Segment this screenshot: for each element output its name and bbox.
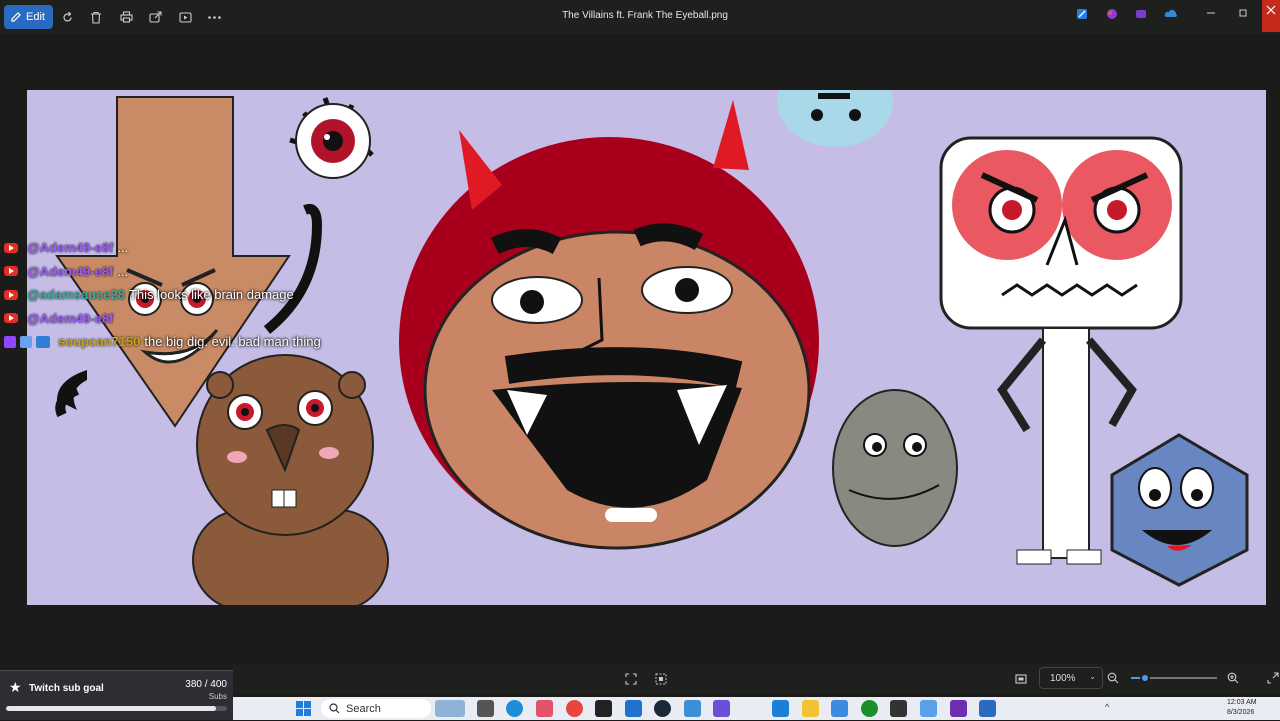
sub-goal-label: Twitch sub goal (29, 683, 104, 694)
copilot-icon[interactable] (536, 700, 553, 717)
zoom-slider[interactable] (1131, 673, 1217, 683)
windows-taskbar: Search ^ 12:03 AM 8/3/2026 (233, 697, 1280, 720)
chat-username: soupcan7150 (58, 334, 141, 350)
tray-date[interactable]: 8/3/2026 (1227, 709, 1254, 716)
chat-username: @adamsauce28 (27, 287, 125, 303)
twitch-icon (4, 335, 16, 348)
frank-eyeball-character (289, 97, 374, 179)
chrome-icon[interactable] (566, 700, 583, 717)
youtube-icon (4, 313, 18, 324)
hexagon-character (1110, 433, 1249, 587)
sub-goal-progress-fill (6, 706, 216, 711)
store-icon[interactable] (831, 700, 848, 717)
epic-games-icon[interactable] (595, 700, 612, 717)
app-icon-2[interactable] (684, 700, 701, 717)
photos-icon[interactable] (979, 700, 996, 717)
chat-message: @Adem49-e8f ... (4, 236, 424, 260)
chat-username: @Adem49-e8f (27, 263, 114, 279)
viewer-bottom-bar: 100% ⌄ (233, 664, 1280, 694)
blue-head-character (777, 90, 893, 147)
chat-text: ... (117, 263, 129, 279)
close-button[interactable] (1262, 0, 1280, 32)
steam-icon[interactable] (654, 700, 671, 717)
xbox-icon[interactable] (861, 700, 878, 717)
chat-text: the big dig. evil. bad man thing (144, 334, 321, 350)
chat-text: This looks like brain damage (128, 287, 294, 303)
onedrive-icon[interactable] (1162, 8, 1180, 26)
devil-face-character (399, 100, 819, 550)
sub-goal-unit: Subs (208, 692, 227, 701)
minimize-icon[interactable] (1202, 8, 1220, 26)
zoom-in-icon[interactable] (1227, 671, 1239, 689)
chat-username: @Adem49-e8f (27, 240, 114, 256)
beaver-character (192, 354, 389, 605)
taskbar-search[interactable]: Search (321, 699, 431, 718)
badge-icon (20, 335, 32, 348)
mail-icon[interactable] (772, 700, 789, 717)
task-view-icon[interactable] (477, 700, 494, 717)
app-icon[interactable] (625, 700, 642, 717)
chat-username: @Adem49-e8f (27, 310, 114, 326)
search-placeholder: Search (346, 702, 381, 715)
zoom-value: 100% (1050, 672, 1076, 684)
edit-with-app-icon[interactable] (1073, 8, 1091, 26)
chat-message: @Adem49-e8f (4, 307, 424, 331)
designer-icon[interactable] (1103, 8, 1121, 26)
zoom-select[interactable]: 100% ⌄ (1039, 667, 1103, 689)
select-area-icon[interactable] (655, 672, 667, 690)
zoom-slider-thumb[interactable] (1140, 673, 1150, 683)
zoom-out-icon[interactable] (1107, 671, 1119, 689)
search-icon (329, 703, 340, 714)
chat-message: @Adem49-e8f ... (4, 260, 424, 284)
title-bar: Edit The Villains ft. Frank The Eyeball.… (0, 0, 1280, 34)
youtube-icon (4, 242, 18, 253)
visual-studio-icon[interactable] (950, 700, 967, 717)
tray-time[interactable]: 12:03 AM (1227, 699, 1257, 706)
chat-message: @adamsauce28 This looks like brain damag… (4, 283, 424, 307)
chat-text: ... (117, 240, 129, 256)
sub-goal-progress-bar (6, 706, 227, 711)
sub-badge-icon (36, 335, 50, 348)
chevron-up-icon[interactable]: ^ (1105, 702, 1109, 712)
file-explorer-icon[interactable] (802, 700, 819, 717)
teams-icon[interactable] (713, 700, 730, 717)
widgets-icon[interactable] (435, 700, 465, 717)
fullscreen-icon[interactable] (1267, 671, 1279, 689)
app-icon-3[interactable] (920, 700, 937, 717)
obs-icon[interactable] (890, 700, 907, 717)
youtube-icon (4, 289, 18, 300)
windows-start-icon[interactable] (296, 701, 311, 721)
chat-overlay: @Adem49-e8f ... @Adem49-e8f ... @adamsau… (4, 236, 424, 354)
maximize-icon[interactable] (1234, 8, 1252, 26)
close-icon (1266, 5, 1276, 15)
chevron-down-icon: ⌄ (1089, 672, 1096, 681)
sub-goal-count: 380 / 400 (185, 679, 227, 690)
youtube-icon (4, 266, 18, 277)
fit-icon[interactable] (625, 672, 637, 690)
clipchamp-icon[interactable] (1132, 8, 1150, 26)
fit-to-window-icon[interactable] (1015, 672, 1027, 690)
grey-oval-character (832, 389, 958, 547)
chat-message: soupcan7150 the big dig. evil. bad man t… (4, 330, 424, 354)
star-icon: ★ (9, 679, 22, 695)
edge-icon[interactable] (506, 700, 523, 717)
sub-goal-widget: ★ Twitch sub goal 380 / 400 Subs (0, 670, 233, 720)
